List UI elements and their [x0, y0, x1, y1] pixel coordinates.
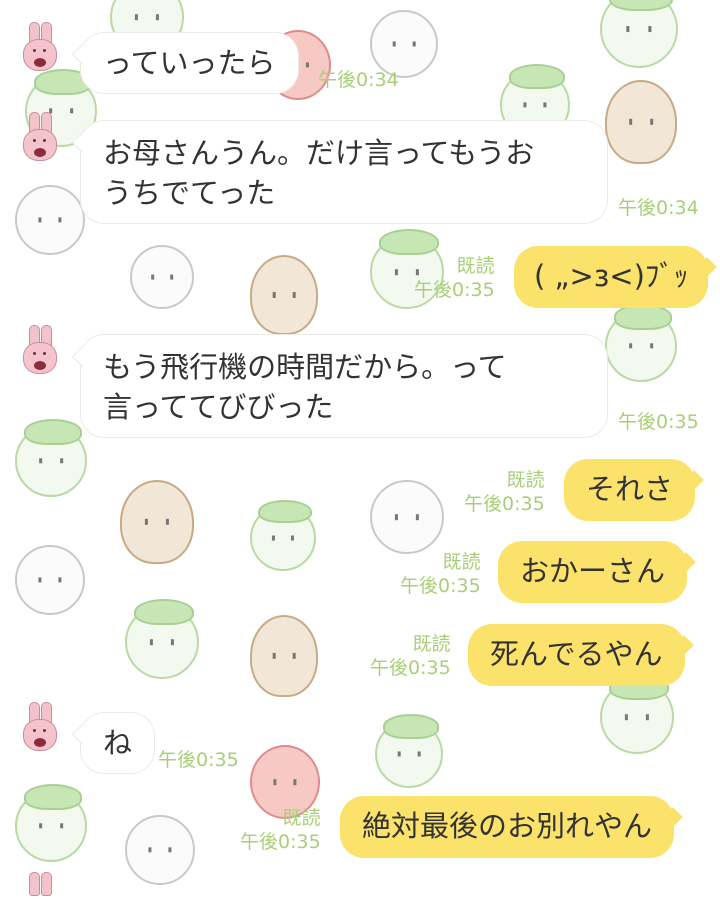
pink-rabbit-avatar-icon[interactable]	[20, 22, 58, 74]
outgoing-message-bubble[interactable]: それさ	[564, 459, 704, 521]
message-timestamp: 午後0:35	[158, 749, 239, 771]
message-text: 死んでるやん	[490, 637, 663, 671]
incoming-message-bubble[interactable]: もう飛行機の時間だから。って 言っててびびった	[71, 334, 608, 438]
message-timestamp: 午後0:35	[618, 411, 699, 433]
incoming-message-bubble[interactable]: お母さんうん。だけ言ってもうお うちでてった	[71, 120, 608, 224]
read-receipt: 既読	[412, 633, 451, 655]
message-meta: 既読 午後0:35	[414, 254, 495, 302]
message-meta: 既読 午後0:35	[240, 806, 321, 854]
pink-rabbit-avatar-icon[interactable]	[20, 872, 58, 924]
message-text: ( „>з<)ﾌﾞｯ	[534, 259, 689, 293]
read-receipt: 既読	[456, 255, 495, 277]
incoming-message-bubble[interactable]: っていったら	[71, 32, 299, 94]
outgoing-message-bubble[interactable]: おかーさん	[498, 541, 696, 603]
chat-message-list[interactable]: っていったら 午後0:34 お母さんうん。だけ言ってもうお うちでてった 午後0…	[0, 0, 720, 896]
message-meta: 既読 午後0:35	[400, 550, 481, 598]
read-receipt: 既読	[282, 807, 321, 829]
message-timestamp: 午後0:35	[370, 657, 451, 679]
incoming-message-bubble[interactable]: ね	[71, 712, 156, 774]
message-timestamp: 午後0:35	[400, 575, 481, 597]
message-text-line: うちでてった	[103, 176, 276, 210]
message-text: 絶対最後のお別れやん	[362, 809, 653, 843]
pink-rabbit-avatar-icon[interactable]	[20, 702, 58, 754]
message-timestamp: 午後0:35	[240, 831, 321, 853]
message-text: それさ	[586, 472, 674, 506]
message-text-line: 言っててびびった	[103, 390, 334, 424]
message-timestamp: 午後0:34	[618, 197, 699, 219]
message-text-line: もう飛行機の時間だから。って	[103, 350, 507, 384]
message-meta: 既読 午後0:35	[370, 632, 451, 680]
message-text: おかーさん	[520, 554, 666, 588]
message-text-line: お母さんうん。だけ言ってもうお	[103, 136, 535, 170]
read-receipt: 既読	[506, 469, 545, 491]
message-text: っていったら	[103, 46, 276, 80]
outgoing-message-bubble[interactable]: 絶対最後のお別れやん	[340, 796, 683, 858]
message-timestamp: 午後0:35	[464, 493, 545, 515]
outgoing-message-bubble[interactable]: ( „>з<)ﾌﾞｯ	[514, 246, 718, 308]
message-meta: 既読 午後0:35	[464, 468, 545, 516]
pink-rabbit-avatar-icon[interactable]	[20, 112, 58, 164]
message-timestamp: 午後0:34	[318, 69, 399, 91]
message-timestamp: 午後0:35	[414, 279, 495, 301]
message-text: ね	[103, 726, 133, 760]
outgoing-message-bubble[interactable]: 死んでるやん	[468, 624, 694, 686]
pink-rabbit-avatar-icon[interactable]	[20, 325, 58, 377]
read-receipt: 既読	[442, 551, 481, 573]
